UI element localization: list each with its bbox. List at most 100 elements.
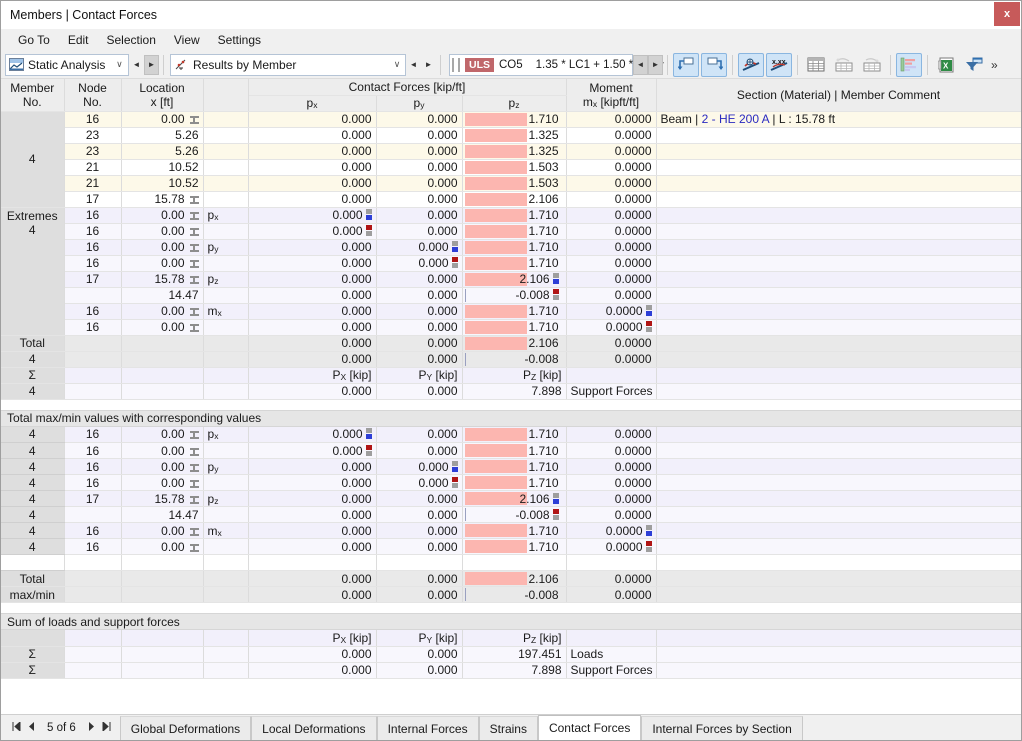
cell-py[interactable]: 0.000 [376,586,463,603]
cell-node[interactable] [64,287,122,304]
tab-internal-forces[interactable]: Internal Forces [376,716,479,740]
cell-pz[interactable]: 1.710 [462,538,567,555]
cell-pz[interactable]: 1.710 [462,522,567,539]
cell-px[interactable]: 0.000 [248,303,377,320]
cell-px[interactable]: 0.000 [248,239,377,256]
cell-node[interactable] [64,335,122,352]
cell-component[interactable]: py [203,458,249,475]
sum-row[interactable]: Σ 0.000 0.000 7.898 Support Forces [1,662,1021,679]
header-px[interactable]: px [248,95,377,112]
cell-Px[interactable]: 0.000 [248,383,377,400]
cell-pz[interactable]: 1.710 [462,426,567,443]
menu-view[interactable]: View [165,31,209,49]
cell-location[interactable]: 0.00 [121,303,204,320]
header-py[interactable]: py [376,95,463,112]
cell-mx[interactable]: 0.0000 [566,506,657,523]
header-member[interactable]: Member No. [1,79,65,112]
cell-mx[interactable]: 0.0000 [566,255,657,272]
cell-mx[interactable]: 0.0000 [566,522,657,539]
maxmin-row[interactable]: 4 16 0.00 py 0.000 0.000 1.710 0.0000 [1,458,1021,475]
cell-py[interactable]: 0.000 [376,287,463,304]
maxmin-row[interactable]: 4 16 0.00 0.000 0.000 1.710 0.0000 [1,474,1021,491]
table-row-total[interactable]: 4 0.000 0.000 -0.008 0.0000 [1,351,1021,368]
cell-py[interactable]: 0.000 [376,159,463,176]
cell-pz[interactable]: 1.325 [462,143,567,160]
cell-section[interactable] [656,490,1021,507]
tab-strains[interactable]: Strains [478,716,538,740]
cell-py[interactable]: 0.000 [376,458,463,475]
cell-node[interactable] [64,586,122,603]
cell-location[interactable]: 15.78 [121,490,204,507]
cell-section[interactable] [656,271,1021,288]
cell-node[interactable] [64,383,122,400]
cell-location[interactable] [121,351,204,368]
cell-px[interactable]: 0.000 [248,175,377,192]
cell-location[interactable]: 0.00 [121,442,204,459]
cell-section[interactable] [656,474,1021,491]
cell-section[interactable] [656,522,1021,539]
cell-px[interactable]: 0.000 [248,538,377,555]
loadcase-combo[interactable]: ULS CO5 1.35 * LC1 + 1.50 * L... ∨ [449,53,665,76]
cell-mx[interactable]: 0.0000 [566,458,657,475]
table-row-extreme[interactable]: Extremes 4 16 0.00 px 0.000 0.000 1.710 0.0000 [1,207,1021,336]
cell-py[interactable]: 0.000 [376,175,463,192]
table-row[interactable]: 4 16 0.00 0.000 0.000 1.710 0.0000 Beam | 2 - H… [1,111,1021,208]
cell-node[interactable] [64,646,122,663]
cell-py[interactable]: 0.000 [376,319,463,336]
cell-component[interactable]: pz [203,490,249,507]
sum-header-row[interactable]: PX [kip] PY [kip] PZ [kip] [1,630,1021,647]
cell-pz[interactable]: 1.710 [462,255,567,272]
cell-mx[interactable]: 0.0000 [566,538,657,555]
cell-pz[interactable]: 1.710 [462,303,567,320]
results-next-button[interactable]: ► [421,55,436,75]
tab-local-deformations[interactable]: Local Deformations [251,716,377,740]
cell-px[interactable]: 0.000 [248,351,377,368]
cell-py[interactable]: 0.000 [376,127,463,144]
maxmin-row[interactable]: 4 16 0.00 0.000 0.000 1.710 0.0000 [1,538,1021,555]
first-page-button[interactable] [9,720,24,733]
cell-mx[interactable]: 0.0000 [566,303,657,320]
cell-px[interactable]: 0.000 [248,127,377,144]
cell-px[interactable]: 0.000 [248,586,377,603]
cell-pz[interactable]: 1.503 [462,175,567,192]
cell-px[interactable]: 0.000 [248,143,377,160]
cell-section[interactable] [656,287,1021,304]
cell-py[interactable]: 0.000 [376,239,463,256]
chevron-down-icon[interactable]: ∨ [111,59,127,70]
cell-pz[interactable]: 1.710 [462,442,567,459]
cell-location[interactable]: 0.00 [121,255,204,272]
table-row[interactable]: 21 10.52 0.000 0.000 1.503 0.0000 [1,159,1021,176]
header-location[interactable]: Location x [ft] [121,79,204,112]
cell-location[interactable]: 5.26 [121,143,204,160]
prev-page-button[interactable] [24,722,39,733]
cell-component[interactable] [203,662,249,679]
cell-py[interactable]: 0.000 [376,255,463,272]
cell-py[interactable]: 0.000 [376,143,463,160]
cell-py[interactable]: 0.000 [376,442,463,459]
cell-py[interactable]: 0.000 [376,191,463,208]
cell-component[interactable] [203,159,249,176]
cell-py[interactable]: 0.000 [376,474,463,491]
maxmin-row[interactable]: 4 16 0.00 mx 0.000 0.000 1.710 0.0000 [1,522,1021,539]
maxmin-total-row[interactable]: max/min 0.000 0.000 -0.008 0.0000 [1,586,1021,603]
cell-py[interactable]: 0.000 [376,490,463,507]
cell-section[interactable] [656,351,1021,368]
cell-px[interactable]: 0.000 [248,111,377,128]
chevron-down-icon[interactable]: ∨ [389,59,405,70]
header-node[interactable]: Node No. [64,79,122,112]
cell-section[interactable] [656,383,1021,400]
cell-mx[interactable]: 0.0000 [566,474,657,491]
cell-component[interactable] [203,319,249,336]
cell-py[interactable]: 0.000 [376,426,463,443]
cell-mx[interactable]: 0.0000 [566,159,657,176]
cell-component[interactable] [203,143,249,160]
cell-location[interactable]: 0.00 [121,207,204,224]
cell-px[interactable]: 0.000 [248,570,377,587]
cell-location[interactable]: 0.00 [121,538,204,555]
cell-section[interactable] [656,223,1021,240]
cell-pz[interactable]: 1.710 [462,239,567,256]
cell-section[interactable] [656,319,1021,336]
maxmin-row[interactable]: 4 16 0.00 0.000 0.000 1.710 0.0000 [1,442,1021,459]
table-row-extreme[interactable]: 16 0.00 0.000 0.000 1.710 0.0000 [1,223,1021,240]
loadcase-prev-button[interactable]: ◄ [633,54,648,75]
